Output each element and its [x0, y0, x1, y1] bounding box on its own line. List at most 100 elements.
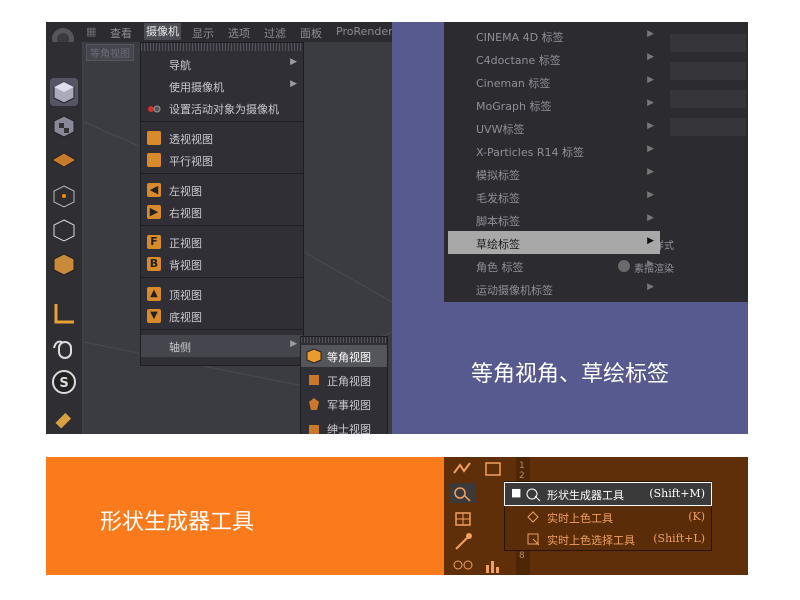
tags-menu-item-label: 草绘标签	[476, 238, 520, 251]
menu-camera[interactable]: 摄像机	[144, 23, 181, 40]
axonometric-submenu: 等角视图 正角视图 军事视图 绅士视图	[300, 336, 388, 434]
menu-prorender[interactable]: ProRender	[336, 25, 392, 38]
menu-item-label: 平行视图	[169, 155, 213, 168]
axis-icon[interactable]	[50, 300, 78, 328]
submenu-arrow-icon: ▶	[647, 190, 654, 200]
flyout-item-label: 形状生成器工具	[547, 489, 624, 502]
background-field	[670, 118, 746, 136]
menu-item-military[interactable]: 军事视图	[301, 393, 387, 415]
menu-item-use-camera[interactable]: 使用摄像机 ▶	[141, 75, 303, 97]
arrow-right-icon: ▶	[147, 205, 161, 219]
menu-item-axonometric[interactable]: 轴侧 ▶	[141, 335, 303, 357]
tags-menu-item[interactable]: 运动摄像机标签 ▶	[448, 277, 660, 300]
orange-banner-caption: 形状生成器工具	[100, 510, 255, 535]
menu-options[interactable]: 选项	[228, 25, 250, 41]
tags-panel-caption: 等角视角、草绘标签	[470, 362, 669, 387]
tags-menu-item[interactable]: 脚本标签 ▶	[448, 208, 660, 231]
edge-mode-icon[interactable]	[50, 216, 78, 244]
paint-brush-icon[interactable]	[50, 406, 78, 434]
flyout-item-shortcut: (K)	[688, 510, 705, 523]
tags-menu-item-label: CINEMA 4D 标签	[476, 31, 564, 44]
tags-menu-item-label: 模拟标签	[476, 169, 520, 182]
symbol-sprayer-icon[interactable]	[450, 459, 476, 479]
submenu-arrow-icon: ▶	[647, 144, 654, 154]
cube-orange-icon	[306, 396, 322, 412]
menu-item-set-active-camera[interactable]: 设置活动对象为摄像机	[141, 97, 303, 119]
tags-menu-item[interactable]: Cineman 标签 ▶	[448, 70, 660, 93]
tags-menu-item[interactable]: C4doctane 标签 ▶	[448, 47, 660, 70]
submenu-arrow-icon: ▶	[647, 29, 654, 39]
column-graph-icon[interactable]	[480, 555, 506, 575]
menu-item-parallel[interactable]: 平行视图	[141, 149, 303, 171]
orange-banner: 形状生成器工具	[46, 457, 444, 575]
shape-builder-icon	[525, 486, 541, 502]
menu-filter[interactable]: 过滤	[264, 25, 286, 41]
mouse-tweak-icon[interactable]	[50, 334, 78, 362]
cube-orange-icon	[306, 420, 322, 434]
submenu-arrow-icon: ▶	[647, 121, 654, 131]
viewport-menubar: ▦ 查看 摄像机 显示 选项 过滤 面板 ProRender	[46, 22, 392, 42]
flyout-item-shape-builder[interactable]: ■ 形状生成器工具 (Shift+M)	[504, 482, 712, 506]
snap-s-icon[interactable]: S	[50, 368, 78, 396]
menu-divider	[141, 225, 303, 226]
camera-dropdown-menu: 导航 ▶ 使用摄像机 ▶ 设置活动对象为摄像机 透视视图 平行视图 ◀ 左视图 …	[140, 42, 304, 366]
cube-tool-icon[interactable]	[50, 78, 78, 106]
menu-item-bottom-view[interactable]: ▼ 底视图	[141, 305, 303, 327]
tags-menu-item[interactable]: 模拟标签 ▶	[448, 162, 660, 185]
tags-menu-item-label: C4doctane 标签	[476, 54, 561, 67]
c4d-screenshot: ▦ 查看 摄像机 显示 选项 过滤 面板 ProRender S 等角视图 导航…	[46, 22, 392, 434]
tags-menu-item[interactable]: 角色 标签 ▶	[448, 254, 660, 277]
menu-display[interactable]: 显示	[192, 25, 214, 41]
menu-item-dimetric[interactable]: 正角视图	[301, 369, 387, 391]
menu-divider	[141, 329, 303, 330]
polygon-mode-icon[interactable]	[50, 250, 78, 278]
flyout-item-live-paint-selection[interactable]: 实时上色选择工具 (Shift+L)	[505, 528, 711, 550]
menu-item-label: 轴侧	[169, 341, 191, 354]
point-mode-icon[interactable]	[50, 182, 78, 210]
menu-divider	[141, 277, 303, 278]
menu-item-label: 绅士视图	[327, 423, 371, 434]
tags-menu-item[interactable]: X-Particles R14 标签 ▶	[448, 139, 660, 162]
menu-item-perspective[interactable]: 透视视图	[141, 127, 303, 149]
menu-item-gentleman[interactable]: 绅士视图	[301, 417, 387, 434]
eyedropper-icon[interactable]	[450, 531, 476, 551]
arrow-up-icon: ▲	[147, 287, 161, 301]
illustrator-tool-panel: 1 2 8 ■ 形状生成器工具 (Shift+M) 实时上色工具 (K) 实时上…	[444, 457, 748, 575]
menu-divider	[141, 121, 303, 122]
menu-item-left-view[interactable]: ◀ 左视图	[141, 179, 303, 201]
submenu-arrow-icon: ▶	[647, 167, 654, 177]
tags-menu-item-label: X-Particles R14 标签	[476, 146, 584, 159]
tags-menu-item-label: UVW标签	[476, 123, 525, 136]
tags-menu-item[interactable]: CINEMA 4D 标签 ▶	[448, 24, 660, 47]
tags-menu-item[interactable]: 毛发标签 ▶	[448, 185, 660, 208]
checker-cube-icon[interactable]	[50, 112, 78, 140]
flyout-item-live-paint-bucket[interactable]: 实时上色工具 (K)	[505, 506, 711, 528]
view-name-label: 等角视图	[86, 44, 134, 61]
shape-builder-tool-icon[interactable]	[450, 483, 476, 503]
svg-text:S: S	[59, 376, 68, 391]
menu-item-top-view[interactable]: ▲ 顶视图	[141, 283, 303, 305]
background-field	[670, 62, 746, 80]
ruler-digit: 8	[519, 551, 525, 561]
artboard-tool-icon[interactable]	[480, 459, 506, 479]
tags-menu-item[interactable]: UVW标签 ▶	[448, 116, 660, 139]
menu-item-label: 透视视图	[169, 133, 213, 146]
perspective-grid-icon[interactable]	[450, 509, 476, 529]
grip-icon: ▦	[86, 25, 97, 38]
menu-view[interactable]: 查看	[110, 25, 132, 41]
plane-grid-icon[interactable]	[50, 146, 78, 174]
shape-builder-flyout: ■ 形状生成器工具 (Shift+M) 实时上色工具 (K) 实时上色选择工具 …	[504, 481, 712, 551]
selected-bullet-icon: ■	[511, 486, 522, 499]
menu-item-back-view[interactable]: B 背视图	[141, 253, 303, 275]
menu-item-label: 使用摄像机	[169, 81, 224, 94]
blend-tool-icon[interactable]	[450, 555, 476, 575]
tags-menu-item[interactable]: 草绘标签 ▶	[448, 231, 660, 254]
menu-panel[interactable]: 面板	[300, 25, 322, 41]
menu-item-isometric[interactable]: 等角视图	[301, 345, 387, 367]
menu-item-right-view[interactable]: ▶ 右视图	[141, 201, 303, 223]
menu-item-front-view[interactable]: F 正视图	[141, 231, 303, 253]
flyout-item-label: 实时上色选择工具	[547, 534, 635, 547]
menu-item-navigate[interactable]: 导航 ▶	[141, 53, 303, 75]
submenu-arrow-icon: ▶	[647, 213, 654, 223]
tags-menu-item[interactable]: MoGraph 标签 ▶	[448, 93, 660, 116]
